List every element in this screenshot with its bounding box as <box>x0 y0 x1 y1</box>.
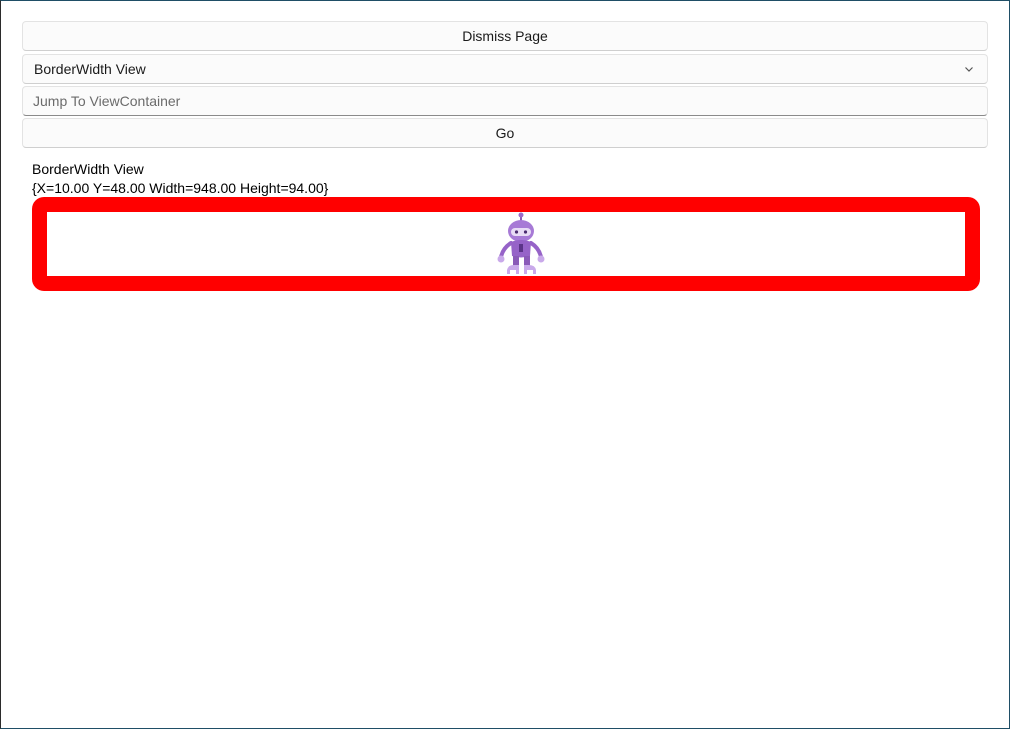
go-button[interactable]: Go <box>22 118 988 148</box>
chevron-down-icon <box>965 67 973 72</box>
view-picker[interactable]: BorderWidth View <box>22 54 988 84</box>
view-bounds: {X=10.00 Y=48.00 Width=948.00 Height=94.… <box>32 180 329 196</box>
go-label: Go <box>495 125 515 141</box>
dismiss-page-button[interactable]: Dismiss Page <box>22 21 988 51</box>
view-picker-selected: BorderWidth View <box>34 61 146 77</box>
jump-to-container-input[interactable] <box>33 93 933 109</box>
view-title: BorderWidth View <box>32 161 144 177</box>
border-width-view <box>32 197 980 291</box>
dotnet-bot-image <box>497 212 545 274</box>
jump-to-container-field[interactable] <box>22 86 988 116</box>
app-window: Dismiss Page BorderWidth View Go BorderW… <box>0 0 1010 729</box>
dismiss-page-label: Dismiss Page <box>462 28 548 44</box>
